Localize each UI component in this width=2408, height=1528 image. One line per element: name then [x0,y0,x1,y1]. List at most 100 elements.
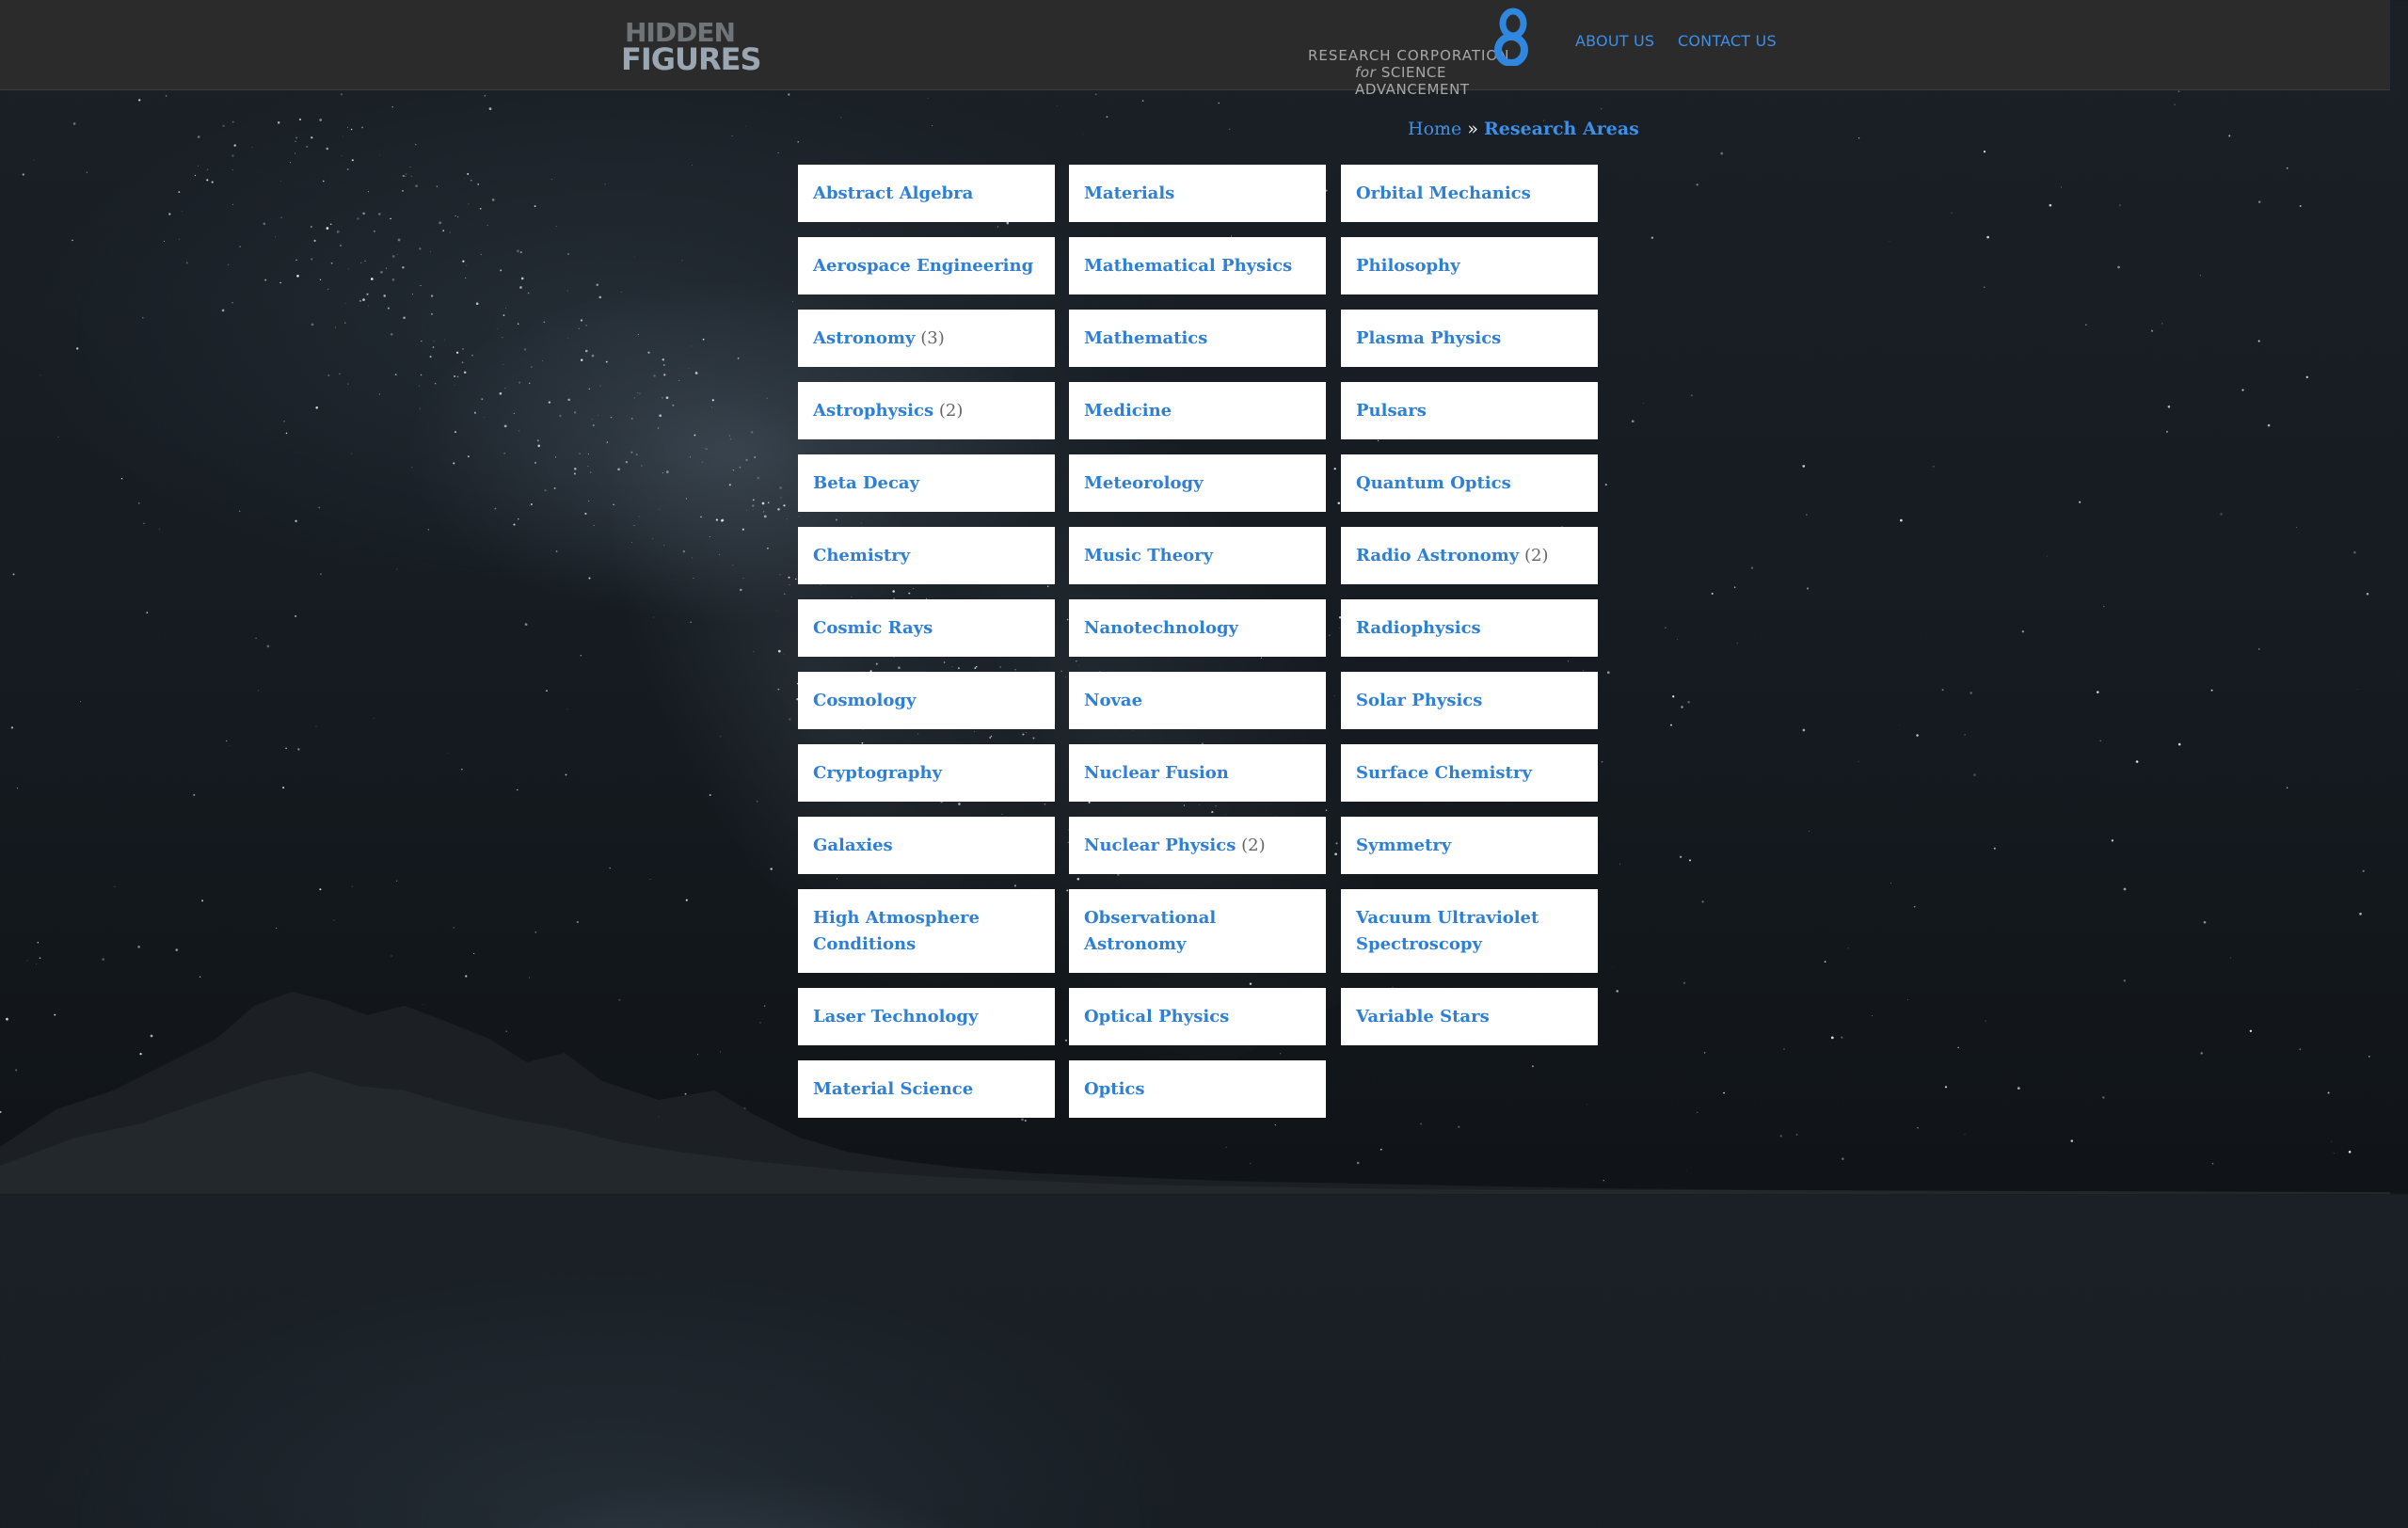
star [2348,1151,2352,1154]
star [1932,465,1935,468]
star [347,383,349,385]
star [2211,1162,2214,1165]
star [380,270,383,274]
star [2047,555,2049,557]
research-area-link[interactable]: Galaxies [813,836,893,855]
star [1228,128,1231,131]
research-area-link[interactable]: Novae [1084,691,1142,710]
star [1616,990,1619,993]
star [2123,979,2126,982]
research-area-card: Philosophy [1341,237,1598,294]
star [1274,1124,1276,1126]
research-area-link[interactable]: Material Science [813,1079,973,1099]
star [1806,587,1810,590]
research-area-link[interactable]: Cosmology [813,691,916,710]
star [573,411,577,414]
research-area-link[interactable]: Nuclear Fusion [1084,763,1229,783]
research-area-count: (3) [920,328,945,348]
research-area-link[interactable]: Philosophy [1356,256,1460,276]
star [351,885,353,887]
star [2166,430,2168,433]
research-corporation-logo[interactable]: RESEARCH CORPORATION for SCIENCE ADVANCE… [1306,6,1556,98]
research-area-link[interactable]: Nuclear Physics [1084,836,1236,855]
research-area-link[interactable]: Medicine [1084,401,1172,421]
research-area-link[interactable]: Astronomy [813,328,916,348]
research-area-link[interactable]: Plasma Physics [1356,328,1501,348]
research-area-link[interactable]: Radio Astronomy [1356,546,1519,565]
star [631,542,632,543]
research-area-link[interactable]: Cryptography [813,763,942,783]
star [1057,105,1058,106]
star [429,356,432,358]
star [742,577,744,580]
research-area-link[interactable]: Quantum Optics [1356,473,1511,493]
research-area-link[interactable]: Abstract Algebra [813,183,973,203]
research-area-link[interactable]: Surface Chemistry [1356,763,1532,783]
research-area-link[interactable]: Mathematical Physics [1084,256,1292,276]
research-area-link[interactable]: Vacuum Ultraviolet Spectroscopy [1356,908,1539,954]
breadcrumb-home[interactable]: Home [1408,119,1461,139]
star [391,255,395,258]
research-area-link[interactable]: Meteorology [1084,473,1204,493]
research-area-link[interactable]: Radiophysics [1356,618,1481,638]
star [1420,1122,1423,1125]
star [1983,150,1986,153]
star [613,503,614,506]
star [504,388,506,390]
site-header: HIDDEN FIGURES RESEARCH CORPORATION for … [0,0,2390,98]
star [434,382,437,385]
research-area-link[interactable]: Beta Decay [813,473,919,493]
star [589,471,592,473]
research-area-link[interactable]: Symmetry [1356,836,1451,855]
star [165,95,167,97]
star [591,419,593,421]
star [114,885,116,887]
nav-contact-us[interactable]: CONTACT US [1678,32,1777,50]
star [167,1187,170,1190]
research-area-link[interactable]: Variable Stars [1356,1007,1490,1027]
research-area-link[interactable]: Chemistry [813,546,910,565]
research-area-link[interactable]: Astrophysics [813,401,933,421]
research-area-link[interactable]: Cosmic Rays [813,618,933,638]
nav-about-us[interactable]: ABOUT US [1575,32,1654,50]
research-area-link[interactable]: Optical Physics [1084,1007,1229,1027]
research-area-link[interactable]: Nanotechnology [1084,618,1238,638]
star [367,191,370,193]
research-area-link[interactable]: Optics [1084,1079,1145,1099]
research-area-link[interactable]: Aerospace Engineering [813,256,1033,276]
star [2079,501,2081,503]
star [662,472,663,474]
star [1723,1091,1725,1094]
star [339,373,341,375]
star [2295,526,2297,528]
star [296,274,299,278]
star [439,221,442,225]
star [40,374,41,376]
research-area-count: (2) [1523,546,1549,565]
star [351,159,354,162]
hidden-figures-logo[interactable]: HIDDEN FIGURES [621,15,762,77]
star [505,307,506,309]
star [239,510,241,512]
star [2177,90,2180,93]
research-area-link[interactable]: Orbital Mechanics [1356,183,1531,203]
research-area-link[interactable]: High Atmosphere Conditions [813,908,980,954]
star [454,215,456,216]
research-area-link[interactable]: Solar Physics [1356,691,1482,710]
star [1094,93,1097,96]
research-area-link[interactable]: Music Theory [1084,546,1213,565]
star [742,528,744,531]
research-area-link[interactable]: Observational Astronomy [1084,908,1216,954]
star [2200,1052,2203,1055]
star [283,420,285,422]
research-area-link[interactable]: Mathematics [1084,328,1207,348]
star [536,439,539,442]
research-area-link[interactable]: Materials [1084,183,1174,203]
star [390,332,393,336]
star [326,1162,327,1164]
star [1871,1014,1873,1017]
star [12,573,15,576]
research-area-link[interactable]: Laser Technology [813,1007,978,1027]
star [754,456,757,458]
research-area-link[interactable]: Pulsars [1356,401,1427,421]
